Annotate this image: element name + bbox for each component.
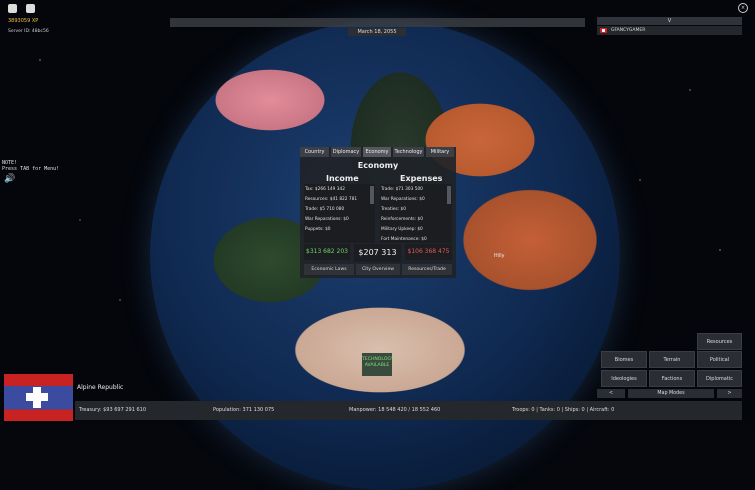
server-id: Server ID: 48bc56 <box>8 29 49 34</box>
income-list[interactable]: Tax: $266 149 342 Resources: $41 822 781… <box>304 184 375 243</box>
panel-tabs: Country Diplomacy Economy Technology Mil… <box>300 147 456 158</box>
player-list-item[interactable]: GFANCYGAMER <box>597 26 742 35</box>
menu-note: NOTE! Press TAB for Menu! <box>2 160 60 172</box>
close-icon[interactable]: × <box>738 3 748 13</box>
income-scrollbar[interactable] <box>370 186 374 204</box>
expenses-list[interactable]: Trade: $71 303 500 War Reparations: $0 T… <box>380 184 452 243</box>
expense-line: Military Upkeep: $0 <box>381 227 423 232</box>
roblox-menu-icon[interactable] <box>8 4 17 13</box>
resources-trade-button[interactable]: Resources/Trade <box>402 264 452 275</box>
country-name: Alpine Republic <box>77 384 124 391</box>
expense-line: Trade: $71 303 500 <box>381 187 423 192</box>
technology-available-button[interactable]: TECHNOLOGY AVAILABLE <box>362 353 394 376</box>
expenses-title: Expenses <box>400 174 443 183</box>
speaker-icon[interactable]: 🔊 <box>4 174 15 184</box>
resources-mode-button[interactable]: Resources <box>697 333 742 350</box>
diplomatic-mode-button[interactable]: Diplomatic <box>697 370 742 387</box>
panel-title: Economy <box>357 161 399 170</box>
net-income: $207 313 728 <box>354 244 401 275</box>
income-title: Income <box>326 174 359 183</box>
expenses-scrollbar[interactable] <box>447 186 451 204</box>
population-stat: Population: 371 130 075 <box>213 407 275 413</box>
player-name: GFANCYGAMER <box>611 28 646 33</box>
expense-line: Reinforcements: $0 <box>381 217 423 222</box>
tab-country[interactable]: Country <box>300 147 329 157</box>
income-line: Trade: $5 710 080 <box>305 207 345 212</box>
economic-laws-button[interactable]: Economic Laws <box>304 264 354 275</box>
expense-line: War Reparations: $0 <box>381 197 425 202</box>
income-line: Resources: $41 822 781 <box>305 197 358 202</box>
chat-icon[interactable] <box>26 4 35 13</box>
ideologies-mode-button[interactable]: Ideologies <box>601 370 647 387</box>
top-progress-bar <box>170 18 585 27</box>
income-line: Puppets: $0 <box>305 227 331 232</box>
flag-cross <box>26 393 48 401</box>
country-flag[interactable] <box>4 374 73 421</box>
city-overview-button[interactable]: City Overview <box>356 264 400 275</box>
map-mode-prev-button[interactable]: < <box>597 389 625 398</box>
treasury-stat: Treasury: $93 697 291 610 <box>79 407 147 413</box>
map-modes-label: Map Modes <box>628 389 714 398</box>
income-line: Tax: $266 149 342 <box>305 187 345 192</box>
income-total: $313 682 203 <box>304 244 350 260</box>
map-terrain-label: Hilly <box>494 254 505 259</box>
biomes-mode-button[interactable]: Biomes <box>601 351 647 368</box>
expense-line: Fort Maintenance: $0 <box>381 237 427 242</box>
tab-diplomacy[interactable]: Diplomacy <box>331 147 361 157</box>
tab-military[interactable]: Military <box>426 147 454 157</box>
tab-technology[interactable]: Technology <box>393 147 424 157</box>
factions-mode-button[interactable]: Factions <box>649 370 695 387</box>
expense-line: Treaties: $0 <box>381 207 406 212</box>
military-units-stat: Troops: 0 | Tanks: 0 | Ships: 0 | Aircra… <box>512 407 615 413</box>
map-mode-next-button[interactable]: > <box>717 389 742 398</box>
political-mode-button[interactable]: Political <box>697 351 742 368</box>
terrain-mode-button[interactable]: Terrain <box>649 351 695 368</box>
player-flag-icon <box>600 28 607 33</box>
tab-economy[interactable]: Economy <box>363 147 391 157</box>
expenses-total: $106 368 475 <box>405 244 452 260</box>
player-list-toggle[interactable]: V <box>597 17 742 25</box>
manpower-stat: Manpower: 18 548 420 / 18 552 460 <box>349 407 441 413</box>
income-line: War Reparations: $0 <box>305 217 349 222</box>
game-date: March 18, 2055 <box>348 28 406 36</box>
xp-counter: 3893059 XP <box>8 18 39 24</box>
